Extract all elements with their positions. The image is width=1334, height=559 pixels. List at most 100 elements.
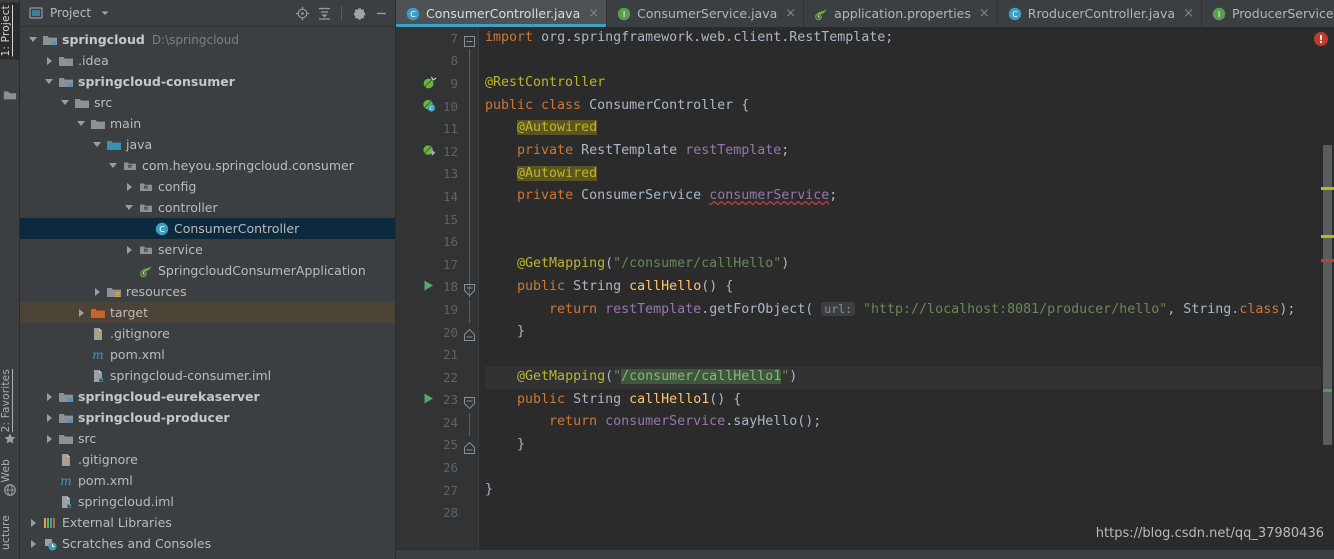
run-gutter-icon[interactable] [422, 392, 438, 408]
expand-arrow-closed-icon[interactable] [124, 181, 135, 192]
code-line[interactable] [485, 501, 1321, 524]
tree-row[interactable]: main [20, 113, 395, 134]
expand-arrow-open-icon[interactable] [92, 139, 103, 150]
tree-row[interactable]: java [20, 134, 395, 155]
tool-tab-project[interactable]: 1: Project [0, 2, 20, 60]
code-line[interactable]: public String callHello() { [485, 276, 1321, 299]
close-icon[interactable]: × [979, 7, 990, 20]
tree-row[interactable]: .idea [20, 50, 395, 71]
collapse-all-icon[interactable] [316, 5, 332, 21]
tree-row[interactable]: External Libraries [20, 512, 395, 533]
code-line[interactable] [485, 50, 1321, 73]
tree-row-selected[interactable]: C ConsumerController [20, 218, 395, 239]
expand-arrow-closed-icon[interactable] [44, 412, 55, 423]
fold-method-callhello-start[interactable] [464, 281, 475, 296]
editor-tab[interactable]: C RroducerController.java × [998, 0, 1202, 27]
tree-row[interactable]: springcloud-consumer [20, 71, 395, 92]
code-line[interactable]: @GetMapping("/consumer/callHello1") [485, 365, 1321, 389]
close-icon[interactable]: × [785, 7, 796, 20]
scrollbar-marker-warning[interactable] [1321, 235, 1334, 238]
code-line[interactable]: private RestTemplate restTemplate; [485, 140, 1321, 163]
spring-autowire-icon[interactable] [422, 143, 438, 159]
expand-arrow-closed-icon[interactable] [28, 538, 39, 549]
editor-tab[interactable]: C ConsumerController.java × [396, 0, 608, 27]
tree-row[interactable]: springcloud D:\springcloud [20, 29, 395, 50]
tree-row[interactable]: SpringcloudConsumerApplication [20, 260, 395, 281]
tree-row[interactable]: controller [20, 197, 395, 218]
tree-row[interactable]: src [20, 428, 395, 449]
editor-tab[interactable]: IProducerService.java× [1202, 0, 1334, 27]
expand-arrow-open-icon[interactable] [124, 202, 135, 213]
expand-arrow-closed-icon[interactable] [124, 244, 135, 255]
tree-row[interactable]: target [20, 302, 395, 323]
close-icon[interactable]: × [1183, 7, 1194, 20]
tree-row[interactable]: .gitignore [20, 323, 395, 344]
tree-row[interactable]: com.heyou.springcloud.consumer [20, 155, 395, 176]
code-line[interactable] [485, 456, 1321, 479]
code-line[interactable]: @GetMapping("/consumer/callHello") [485, 253, 1321, 276]
gear-icon[interactable] [351, 5, 367, 21]
tool-tab-favorites[interactable]: 2: Favorites [0, 366, 20, 435]
tree-row[interactable]: m pom.xml [20, 470, 395, 491]
tree-row[interactable]: springcloud-eurekaserver [20, 386, 395, 407]
scrollbar-marker-error[interactable] [1321, 259, 1334, 262]
fold-method-callhello-end[interactable] [464, 326, 475, 341]
code-line[interactable]: public String callHello1() { [485, 389, 1321, 412]
code-text-area[interactable]: import org.springframework.web.client.Re… [478, 27, 1321, 549]
expand-arrow-closed-icon[interactable] [76, 307, 87, 318]
chevron-down-icon[interactable] [97, 5, 113, 21]
expand-arrow-open-icon[interactable] [108, 160, 119, 171]
code-line[interactable]: public class ConsumerController { [485, 95, 1321, 118]
tree-row[interactable]: springcloud.iml [20, 491, 395, 512]
fold-method-callhello1-end[interactable] [464, 439, 475, 454]
fold-method-callhello1-start[interactable] [464, 394, 475, 409]
code-line[interactable]: @RestController [485, 72, 1321, 95]
editor-tab[interactable]: I ConsumerService.java × [607, 0, 805, 27]
run-gutter-icon[interactable] [422, 279, 438, 295]
code-line[interactable] [485, 343, 1321, 366]
code-line[interactable]: } [485, 434, 1321, 457]
close-icon[interactable]: × [588, 7, 599, 20]
tool-tab-web[interactable]: Web [0, 456, 20, 486]
code-line[interactable]: import org.springframework.web.client.Re… [485, 27, 1321, 50]
expand-arrow-open-icon[interactable] [28, 34, 39, 45]
code-line[interactable]: return restTemplate.getForObject( url: "… [485, 298, 1321, 321]
code-line[interactable]: return consumerService.sayHello(); [485, 411, 1321, 434]
tree-row[interactable]: .gitignore [20, 449, 395, 470]
expand-arrow-open-icon[interactable] [44, 76, 55, 87]
spring-bean-class-icon[interactable]: C [422, 98, 438, 114]
code-line[interactable]: } [485, 479, 1321, 502]
editor-gutter[interactable]: 7 8 9 10 C 11 12 13 14 15 16 17 18 19 20 21 22 23 24 25 26 27… [396, 27, 462, 549]
expand-arrow-closed-icon[interactable] [92, 286, 103, 297]
code-line[interactable]: @Autowired [485, 117, 1321, 140]
tree-row[interactable]: springcloud-producer [20, 407, 395, 428]
code-line[interactable]: } [485, 321, 1321, 344]
tree-row[interactable]: Scratches and Consoles [20, 533, 395, 554]
tool-tab-structure[interactable]: ucture [0, 512, 20, 553]
project-tree[interactable]: springcloud D:\springcloud .idea springclou… [20, 27, 395, 559]
tree-row[interactable]: resources [20, 281, 395, 302]
code-line[interactable] [485, 230, 1321, 253]
spring-bean-icon[interactable] [422, 75, 438, 91]
expand-arrow-closed-icon[interactable] [28, 517, 39, 528]
expand-arrow-open-icon[interactable] [60, 97, 71, 108]
tree-row[interactable]: service [20, 239, 395, 260]
code-line[interactable]: @Autowired [485, 163, 1321, 186]
scroll-from-source-icon[interactable] [294, 5, 310, 21]
expand-arrow-closed-icon[interactable] [44, 391, 55, 402]
fold-strip[interactable] [462, 27, 478, 549]
scrollbar-marker-warning[interactable] [1321, 187, 1334, 190]
expand-arrow-closed-icon[interactable] [44, 55, 55, 66]
tree-row[interactable]: config [20, 176, 395, 197]
editor-tab[interactable]: application.properties × [804, 0, 998, 27]
code-line[interactable] [485, 208, 1321, 231]
expand-arrow-closed-icon[interactable] [44, 433, 55, 444]
minimize-icon[interactable] [373, 5, 389, 21]
code-line[interactable]: private ConsumerService consumerService; [485, 185, 1321, 208]
editor-scrollbar[interactable] [1321, 27, 1334, 549]
expand-arrow-open-icon[interactable] [76, 118, 87, 129]
tree-row[interactable]: m pom.xml [20, 344, 395, 365]
tree-row[interactable]: springcloud-consumer.iml [20, 365, 395, 386]
tree-row[interactable]: src [20, 92, 395, 113]
scrollbar-thumb[interactable] [1323, 145, 1332, 445]
